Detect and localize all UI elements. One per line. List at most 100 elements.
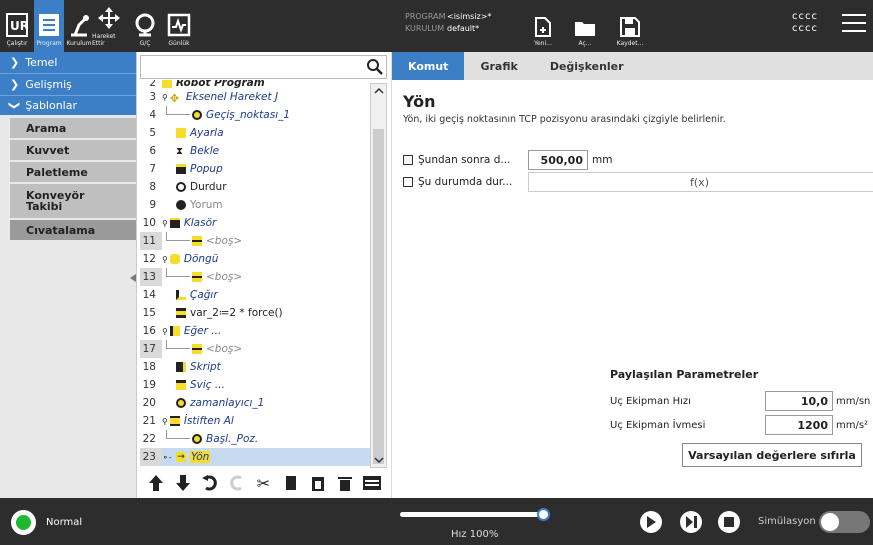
tree-row[interactable]: 4 Geçiş_noktası_1 <box>140 106 370 124</box>
set-icon <box>176 128 186 138</box>
speed-slider[interactable] <box>400 508 550 521</box>
tree-row[interactable]: 9 Yorum <box>140 196 370 214</box>
until-distance-input[interactable]: 500,00 <box>528 150 588 170</box>
status-indicator-icon[interactable] <box>11 510 36 535</box>
play-button[interactable] <box>640 511 662 533</box>
tree-row[interactable]: 10 ⚲ Klasör <box>140 214 370 232</box>
tree-search-input[interactable] <box>140 55 387 79</box>
program-info: PROGRAM <isimsiz>* KURULUM default* <box>405 11 491 35</box>
tab-log[interactable]: Günlük <box>163 0 195 52</box>
tab-command[interactable]: Komut <box>392 52 465 80</box>
simulation-toggle[interactable] <box>819 511 870 533</box>
tree-row[interactable]: 16 ⚲ Eğer ... <box>140 322 370 340</box>
tree-row[interactable]: 17 <boş> <box>140 340 370 358</box>
redo-icon[interactable] <box>227 474 246 493</box>
bottom-bar: Normal Hız 100% Simülasyon <box>0 498 873 545</box>
open-button[interactable]: Aç... <box>570 0 600 52</box>
paste-icon[interactable] <box>308 474 327 493</box>
tree-row[interactable]: 15 var_2≔2 * force() <box>140 304 370 322</box>
suppress-icon[interactable] <box>362 474 381 493</box>
tool-speed-input[interactable]: 10,0 <box>765 391 833 411</box>
nav-search[interactable]: Arama <box>10 118 136 140</box>
tab-installation[interactable]: Kurulum <box>64 0 94 52</box>
assignment-icon <box>176 308 186 318</box>
simulation-label: Simülasyon <box>758 516 816 527</box>
tab-installation-label: Kurulum <box>66 40 92 47</box>
nav-advanced[interactable]: ❯ Gelişmiş <box>0 74 136 96</box>
tab-graphics[interactable]: Grafik <box>464 52 533 80</box>
collapse-left-icon[interactable] <box>130 274 136 282</box>
until-distance-checkbox[interactable] <box>403 155 413 165</box>
copy-icon[interactable] <box>281 474 300 493</box>
speed-slider-knob[interactable] <box>537 508 550 521</box>
nav-palletizing[interactable]: Paletleme <box>10 162 136 184</box>
cut-icon[interactable]: ✂ <box>254 474 273 493</box>
tree-toolbar: ✂ <box>140 468 387 498</box>
tab-io-label: G/Ç <box>139 40 151 47</box>
tree-row[interactable]: 12 ⚲ Döngü <box>140 250 370 268</box>
tree-row[interactable]: 22 Başl._Poz. <box>140 430 370 448</box>
nav-basic[interactable]: ❯ Temel <box>0 52 136 74</box>
tree-row[interactable]: 14 Çağır <box>140 286 370 304</box>
folder-icon <box>169 218 180 228</box>
until-condition-checkbox[interactable] <box>403 177 413 187</box>
tree-row-selected[interactable]: 23 ⚬- → Yön <box>140 448 370 466</box>
tree-row[interactable]: 13 <boş> <box>140 268 370 286</box>
until-condition-label: Şu durumda dur... <box>418 176 513 188</box>
nav-basic-label: Temel <box>25 56 58 69</box>
tool-accel-row: Uç Ekipman İvmesi 1200 mm/s² <box>610 413 870 437</box>
tab-move[interactable]: Hareket Ettir <box>92 0 126 52</box>
tree-row[interactable]: 3 ⚲ ✥ Eksenel Hareket J <box>140 88 370 106</box>
tree-row[interactable]: 18 Skript <box>140 358 370 376</box>
script-icon <box>176 362 186 372</box>
nav-force[interactable]: Kuvvet <box>10 140 136 162</box>
chevron-down-icon: ❯ <box>8 100 22 111</box>
stop-icon <box>724 517 734 527</box>
tree-row[interactable]: 11 <boş> <box>140 232 370 250</box>
tree-row[interactable]: 7 Popup <box>140 160 370 178</box>
open-button-label: Aç... <box>578 40 592 47</box>
tree-row[interactable]: 8 Durdur <box>140 178 370 196</box>
direction-icon: → <box>176 452 186 462</box>
save-button[interactable]: Kaydet... <box>612 0 648 52</box>
chevron-up-icon[interactable] <box>374 88 384 94</box>
delete-icon[interactable] <box>335 474 354 493</box>
tab-variables[interactable]: Değişkenler <box>534 52 640 80</box>
stop-button[interactable] <box>718 511 740 533</box>
move-down-icon[interactable] <box>173 474 192 493</box>
tree-row[interactable]: 20 zamanlayıcı_1 <box>140 394 370 412</box>
tree-row[interactable]: 6 ⧗ Bekle <box>140 142 370 160</box>
folder-icon <box>575 22 595 36</box>
tree-row[interactable]: 19 Sviç ... <box>140 376 370 394</box>
tree-row[interactable]: 21 ⚲ İstiften Al <box>140 412 370 430</box>
shared-parameters-title: Paylaşılan Parametreler <box>610 368 759 381</box>
hamburger-menu-icon[interactable] <box>842 14 866 34</box>
until-condition-input[interactable]: f(x) <box>528 172 873 192</box>
nav-conveyor-label: Konveyör Takibi <box>26 189 85 213</box>
tree-row[interactable]: 5 Ayarla <box>140 124 370 142</box>
until-condition-row: Şu durumda dur... f(x) <box>403 172 873 192</box>
search-icon[interactable] <box>366 58 384 76</box>
scrollbar-thumb[interactable] <box>373 129 384 464</box>
tree-row[interactable]: 2 Robot Program <box>140 80 370 88</box>
tab-io[interactable]: G/Ç <box>130 0 160 52</box>
nav-screwdriving[interactable]: Cıvatalama <box>10 220 136 242</box>
tab-program[interactable]: Program <box>34 0 64 52</box>
program-key: PROGRAM <box>405 12 446 21</box>
program-tree-panel: 2 Robot Program 3 ⚲ ✥ Eksenel Hareket J 4 Geç… <box>137 52 390 498</box>
move-up-icon[interactable] <box>146 474 165 493</box>
tree-scrollbar[interactable] <box>370 83 387 468</box>
nav-conveyor[interactable]: Konveyör Takibi <box>10 184 136 220</box>
nav-templates[interactable]: ❯ Şablonlar <box>0 96 136 118</box>
undo-icon[interactable] <box>200 474 219 493</box>
tool-accel-input[interactable]: 1200 <box>765 415 833 435</box>
halt-icon <box>176 182 186 192</box>
tab-run[interactable]: UR Çalıştır <box>2 0 32 52</box>
step-button[interactable] <box>680 511 702 533</box>
chevron-down-icon[interactable] <box>374 457 384 463</box>
node-description: Yön, iki geçiş noktasının TCP pozisyonu … <box>403 114 726 125</box>
reset-defaults-button[interactable]: Varsayılan değerlere sıfırla <box>682 443 862 467</box>
new-button[interactable]: Yeni... <box>528 0 558 52</box>
log-icon <box>167 13 191 37</box>
wait-icon: ⧗ <box>176 146 184 157</box>
